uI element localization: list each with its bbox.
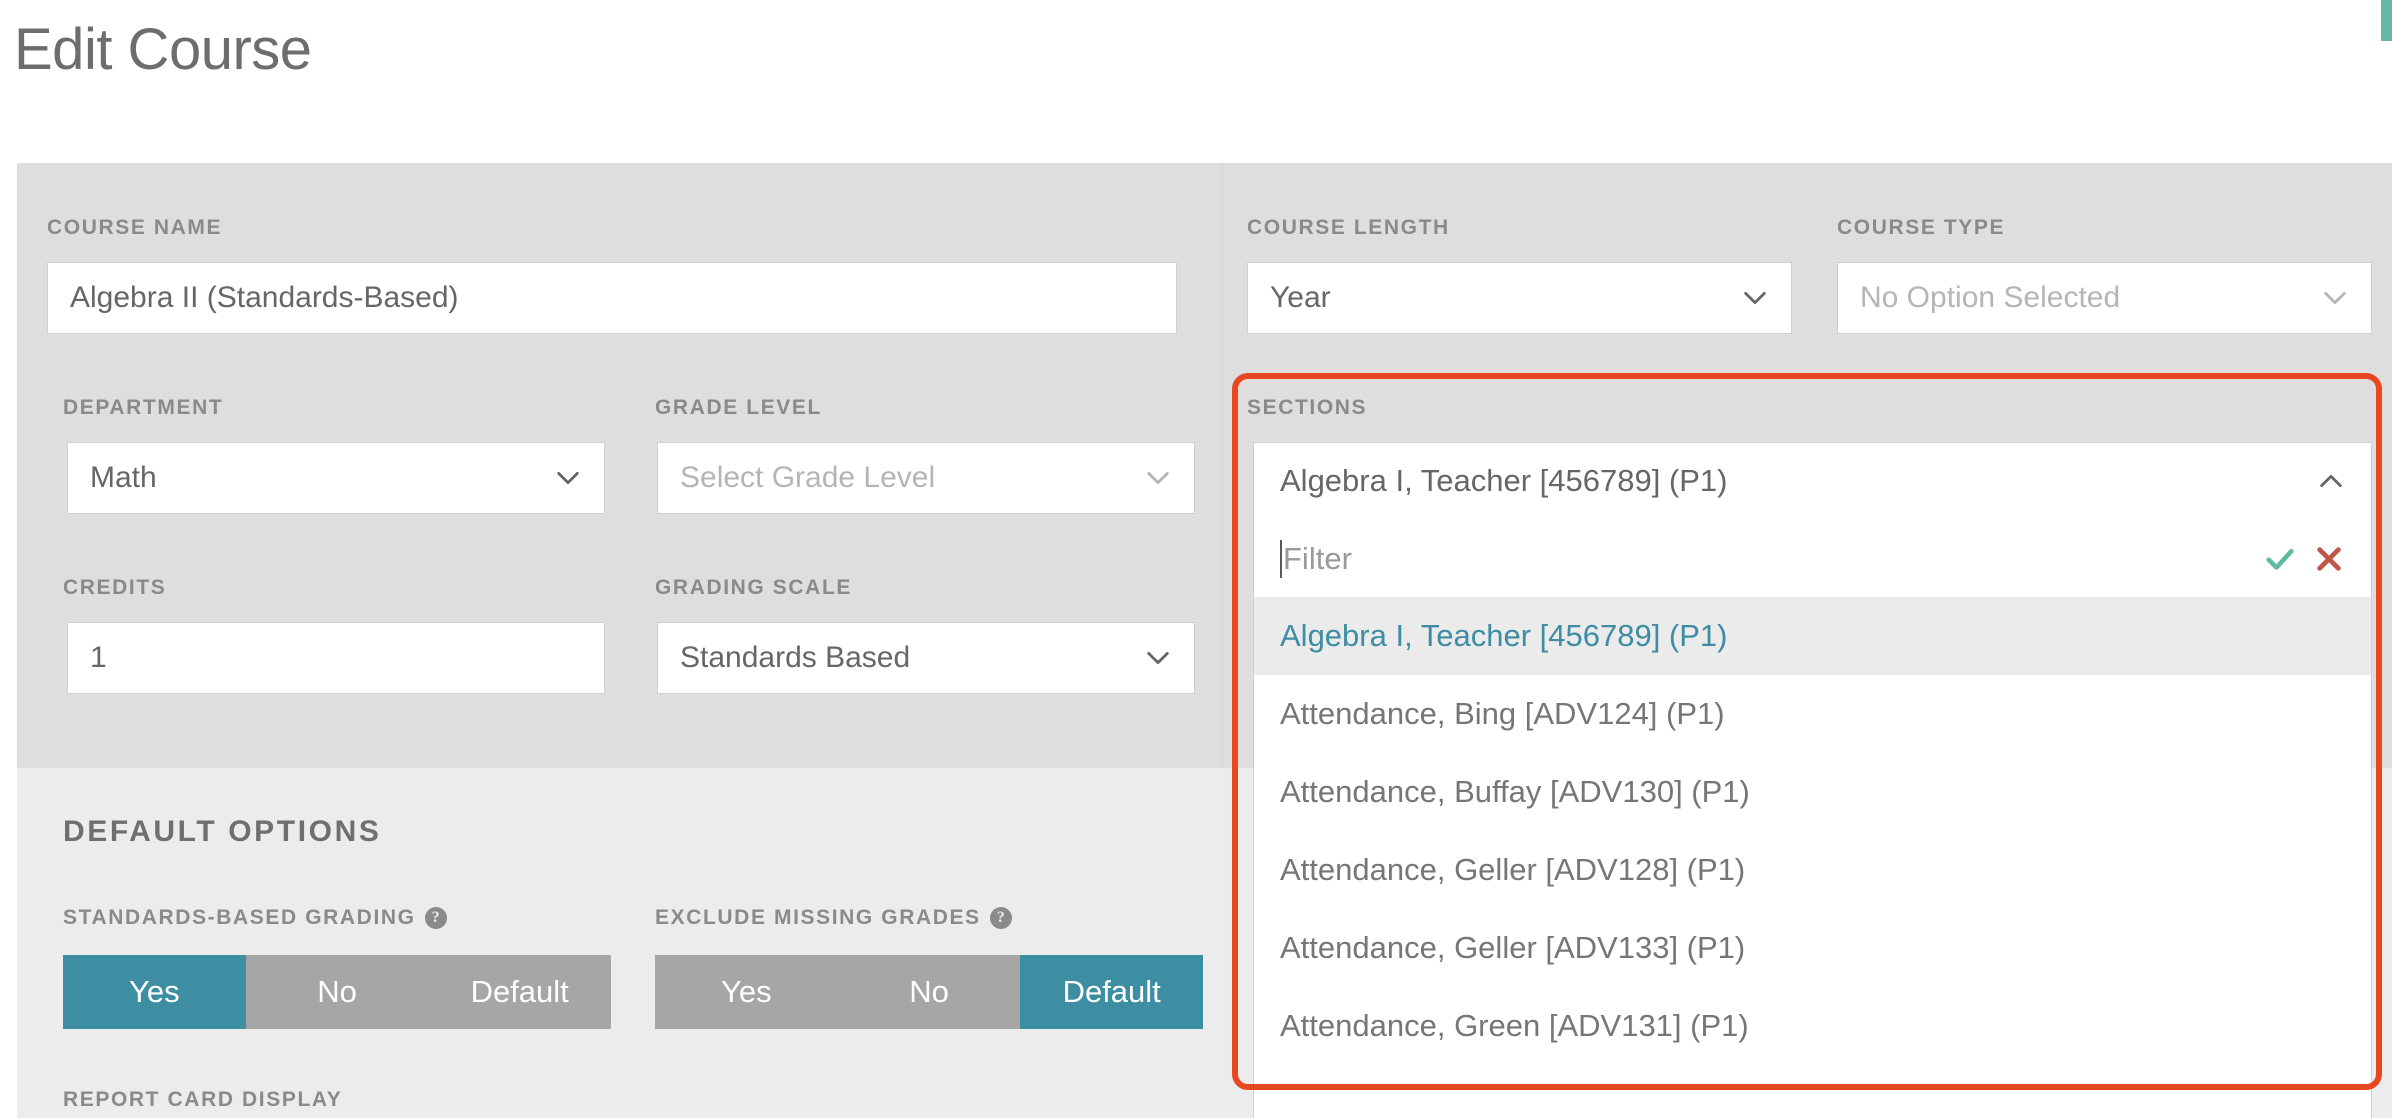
- list-item[interactable]: Attendance, Geller [ADV133] (P1): [1254, 909, 2371, 987]
- sections-filter-row[interactable]: Filter: [1254, 519, 2371, 597]
- exclude-missing-grades-label-group: EXCLUDE MISSING GRADES ?: [655, 906, 1012, 930]
- course-type-label: COURSE TYPE: [1837, 216, 2005, 240]
- list-item[interactable]: Attendance, Buffay [ADV130] (P1): [1254, 753, 2371, 831]
- course-name-input[interactable]: Algebra II (Standards-Based): [47, 262, 1177, 334]
- grading-scale-select[interactable]: Standards Based: [657, 622, 1195, 694]
- grading-scale-label: GRADING SCALE: [655, 576, 852, 600]
- credits-label: CREDITS: [63, 576, 166, 600]
- chevron-up-icon[interactable]: [2317, 467, 2345, 495]
- default-options-heading: DEFAULT OPTIONS: [63, 815, 381, 849]
- sections-filter-placeholder: Filter: [1283, 541, 1352, 577]
- list-item[interactable]: Attendance, Green [ADV131] (P1): [1254, 987, 2371, 1065]
- check-icon[interactable]: [2263, 542, 2297, 576]
- list-item[interactable]: Algebra I, Teacher [456789] (P1): [1254, 597, 2371, 675]
- report-card-display-label: REPORT CARD DISPLAY: [63, 1088, 342, 1112]
- close-x-icon[interactable]: [2313, 543, 2345, 575]
- standards-based-grading-label-group: STANDARDS-BASED GRADING ?: [63, 906, 447, 930]
- chevron-down-icon: [2321, 284, 2349, 312]
- course-type-select[interactable]: No Option Selected: [1837, 262, 2372, 334]
- grade-level-select[interactable]: Select Grade Level: [657, 442, 1195, 514]
- department-select[interactable]: Math: [67, 442, 605, 514]
- list-item[interactable]: Attendance, Bing [ADV124] (P1): [1254, 675, 2371, 753]
- emg-option-default[interactable]: Default: [1020, 955, 1203, 1029]
- sections-label: SECTIONS: [1247, 396, 1367, 420]
- grade-level-value: Select Grade Level: [680, 461, 935, 495]
- course-name-label: COURSE NAME: [47, 216, 222, 240]
- course-length-label: COURSE LENGTH: [1247, 216, 1450, 240]
- department-value: Math: [90, 461, 157, 495]
- course-length-value: Year: [1270, 281, 1331, 315]
- sections-option-list: Algebra I, Teacher [456789] (P1) Attenda…: [1254, 597, 2371, 1118]
- exclude-missing-grades-toggle[interactable]: Yes No Default: [655, 955, 1203, 1029]
- course-type-value: No Option Selected: [1860, 281, 2120, 315]
- sbg-option-no[interactable]: No: [246, 955, 429, 1029]
- sections-filter-input[interactable]: Filter: [1280, 540, 1352, 578]
- department-label: DEPARTMENT: [63, 396, 223, 420]
- sections-multiselect[interactable]: Algebra I, Teacher [456789] (P1) Filter …: [1253, 442, 2372, 1118]
- course-length-select[interactable]: Year: [1247, 262, 1792, 334]
- standards-based-grading-label: STANDARDS-BASED GRADING: [63, 906, 416, 930]
- panel-vertical-divider: [1222, 163, 1223, 768]
- sections-selected-value: Algebra I, Teacher [456789] (P1): [1280, 463, 1728, 499]
- sbg-option-default[interactable]: Default: [428, 955, 611, 1029]
- help-circle-icon[interactable]: ?: [990, 907, 1012, 929]
- emg-option-no[interactable]: No: [838, 955, 1021, 1029]
- chevron-down-icon: [1741, 284, 1769, 312]
- chevron-down-icon: [1144, 644, 1172, 672]
- list-item[interactable]: Attendance, Geller [ADV128] (P1): [1254, 831, 2371, 909]
- exclude-missing-grades-label: EXCLUDE MISSING GRADES: [655, 906, 981, 930]
- standards-based-grading-toggle[interactable]: Yes No Default: [63, 955, 611, 1029]
- sbg-option-yes[interactable]: Yes: [63, 955, 246, 1029]
- edit-course-page: Edit Course COURSE NAME Algebra II (Stan…: [0, 0, 2392, 1118]
- chevron-down-icon: [554, 464, 582, 492]
- page-title: Edit Course: [14, 18, 312, 82]
- sections-filter-actions: [2263, 542, 2345, 576]
- grade-level-label: GRADE LEVEL: [655, 396, 822, 420]
- text-caret: [1280, 540, 1282, 578]
- grading-scale-value: Standards Based: [680, 641, 910, 675]
- credits-input[interactable]: 1: [67, 622, 605, 694]
- sections-list-tail: [1254, 1065, 2371, 1118]
- sections-selected-display[interactable]: Algebra I, Teacher [456789] (P1): [1254, 443, 2371, 519]
- top-right-accent-bar: [2381, 0, 2392, 41]
- help-circle-icon[interactable]: ?: [425, 907, 447, 929]
- emg-option-yes[interactable]: Yes: [655, 955, 838, 1029]
- chevron-down-icon: [1144, 464, 1172, 492]
